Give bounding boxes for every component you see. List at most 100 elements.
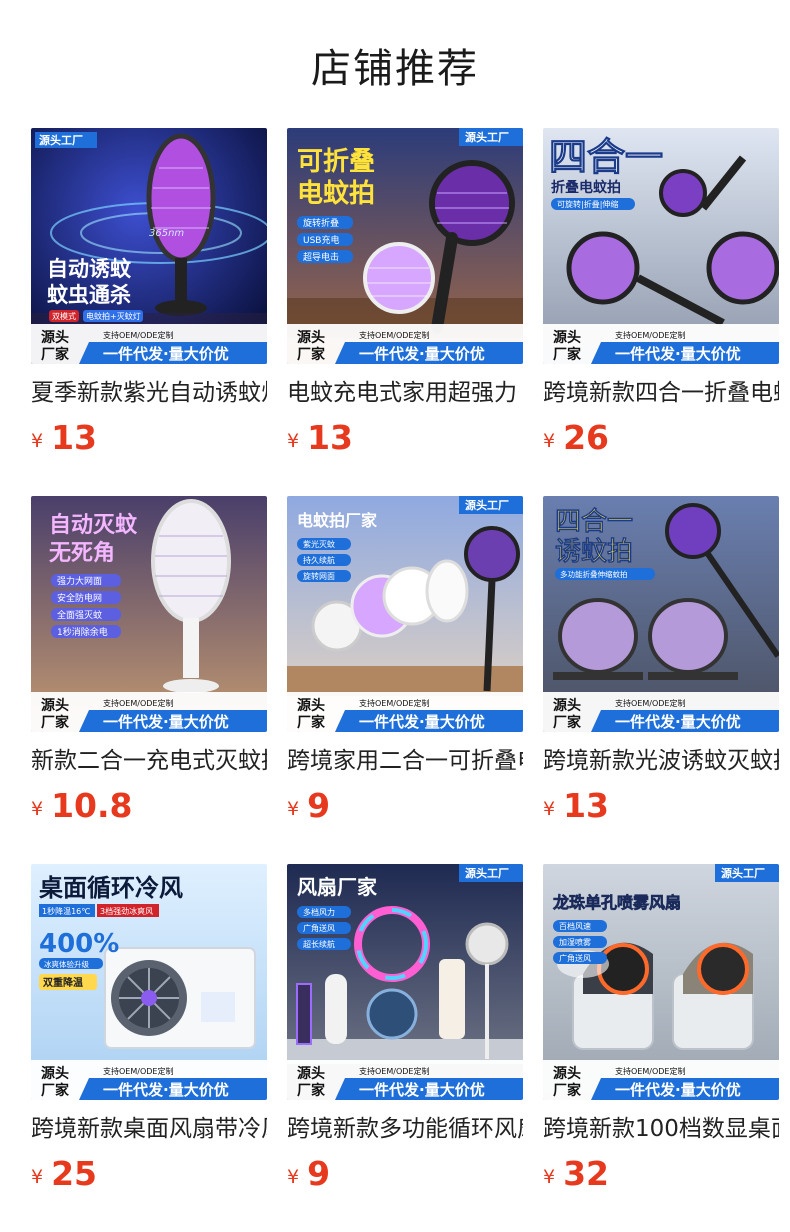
factory-label: 厂家 (553, 1082, 582, 1099)
price-value: 25 (51, 1154, 98, 1193)
image-tag: 双模式 (52, 311, 76, 321)
source-tag: 源头工厂 (721, 866, 765, 880)
source-tag: 源头工厂 (465, 130, 509, 144)
product-price: ¥26 (543, 418, 609, 458)
product-name[interactable]: 电蚊充电式家用超强力 (287, 376, 523, 410)
currency-symbol: ¥ (31, 1166, 44, 1188)
image-tag: 1秒降温16℃ (42, 906, 90, 916)
factory-label: 源头 (41, 1065, 69, 1082)
image-heading: 诱蚊拍 (555, 536, 633, 567)
product-price: ¥13 (543, 786, 609, 826)
oem-label: 支持OEM/ODE定制 (615, 1066, 685, 1076)
image-tag: 百档风速 (559, 921, 591, 931)
product-image[interactable]: 自动灭蚊 无死角 强力大网面 安全防电网 全面强灭蚊 1秒消除余电 源头 厂家 … (31, 496, 267, 732)
image-heading: 四合一 (555, 506, 633, 537)
factory-label: 厂家 (553, 714, 582, 731)
product-name[interactable]: 夏季新款紫光自动诱蚊灯 (31, 376, 267, 410)
product-price: ¥9 (287, 1154, 330, 1194)
product-image[interactable]: 龙珠单孔喷雾风扇 百档风速 加湿喷雾 广角送风 源头工厂 源头 厂家 支持OEM… (543, 864, 779, 1100)
product-card[interactable]: 龙珠单孔喷雾风扇 百档风速 加湿喷雾 广角送风 源头工厂 源头 厂家 支持OEM… (543, 864, 779, 1193)
currency-symbol: ¥ (31, 798, 44, 820)
price-value: 10.8 (51, 786, 133, 825)
image-tag: USB充电 (303, 234, 339, 246)
product-image[interactable]: 四合一 诱蚊拍 多功能折叠伸缩蚊拍 源头 厂家 支持OEM/ODE定制 一件代发… (543, 496, 779, 732)
image-badge: 400% (39, 929, 119, 959)
product-name[interactable]: 跨境新款多功能循环风扇 (287, 1112, 523, 1146)
product-name[interactable]: 新款二合一充电式灭蚊拍 (31, 744, 267, 778)
image-tag: 电蚊拍+灭蚊灯 (86, 311, 141, 321)
factory-label: 源头 (297, 1065, 325, 1082)
product-name[interactable]: 跨境家用二合一可折叠电蚊拍 (287, 744, 523, 778)
product-name[interactable]: 跨境新款光波诱蚊灭蚊拍 (543, 744, 779, 778)
price-value: 13 (307, 418, 354, 457)
image-heading: 电蚊拍 (297, 178, 375, 209)
image-heading: 蚊虫通杀 (47, 283, 131, 307)
product-name[interactable]: 跨境新款四合一折叠电蚊拍 (543, 376, 779, 410)
product-card[interactable]: 自动诱蚊 蚊虫通杀 365nm 双模式 电蚊拍+灭蚊灯 源头工厂 源头 厂家 支… (31, 128, 267, 457)
product-card[interactable]: 桌面循环冷风 1秒降温16℃ 3档强劲冰爽风 400% 冰爽体验升级 双重降温 … (31, 864, 267, 1193)
product-card[interactable]: 四合一 诱蚊拍 多功能折叠伸缩蚊拍 源头 厂家 支持OEM/ODE定制 一件代发… (543, 496, 779, 825)
product-image[interactable]: 电蚊拍厂家 紫光灭蚊 持久续航 旋转网面 源头工厂 源头 厂家 支持OEM/OD… (287, 496, 523, 732)
image-heading: 电蚊拍厂家 (297, 511, 378, 530)
image-heading: 自动诱蚊 (47, 257, 132, 281)
factory-label: 源头 (553, 329, 581, 346)
product-name[interactable]: 跨境新款100档数显桌面风扇 (543, 1112, 779, 1146)
factory-label: 源头 (297, 329, 325, 346)
factory-label: 源头 (553, 697, 581, 714)
slogan: 一件代发·量大价优 (615, 1081, 741, 1099)
factory-label: 厂家 (41, 714, 70, 731)
page-title: 店铺推荐 (311, 46, 479, 92)
image-tag: 超导电击 (303, 251, 339, 263)
source-tag: 源头工厂 (39, 133, 83, 147)
currency-symbol: ¥ (287, 798, 300, 820)
product-card[interactable]: 可折叠 电蚊拍 旋转折叠 USB充电 超导电击 源头工厂 源头 厂家 支持OEM… (287, 128, 523, 457)
currency-symbol: ¥ (287, 430, 300, 452)
image-heading: 龙珠单孔喷雾风扇 (552, 893, 681, 912)
product-image[interactable]: 风扇厂家 多档风力 广角送风 超长续航 源头工厂 源头 厂家 支持OEM/ODE… (287, 864, 523, 1100)
image-tag: 3档强劲冰爽风 (100, 906, 153, 916)
image-tag: 持久续航 (303, 555, 335, 565)
image-tag: 强力大网面 (57, 575, 102, 587)
image-tag: 广角送风 (559, 953, 591, 963)
slogan: 一件代发·量大价优 (615, 345, 741, 363)
image-tag: 加湿喷雾 (559, 937, 591, 947)
product-card[interactable]: 风扇厂家 多档风力 广角送风 超长续航 源头工厂 源头 厂家 支持OEM/ODE… (287, 864, 523, 1193)
image-heading: 风扇厂家 (297, 875, 378, 899)
image-heading: 折叠电蚊拍 (551, 179, 621, 196)
product-price: ¥10.8 (31, 786, 133, 826)
product-card[interactable]: 四合一 折叠电蚊拍 可旋转|折叠|伸缩 源头 厂家 支持OEM/ODE定制 一件… (543, 128, 779, 457)
product-price: ¥25 (31, 1154, 97, 1194)
factory-label: 厂家 (297, 1082, 326, 1099)
slogan: 一件代发·量大价优 (359, 1081, 485, 1099)
product-image[interactable]: 四合一 折叠电蚊拍 可旋转|折叠|伸缩 源头 厂家 支持OEM/ODE定制 一件… (543, 128, 779, 364)
product-price: ¥9 (287, 786, 330, 826)
image-heading: 四合一 (549, 135, 663, 179)
image-tag: 多功能折叠伸缩蚊拍 (560, 569, 628, 579)
slogan: 一件代发·量大价优 (359, 345, 485, 363)
product-price: ¥13 (31, 418, 97, 458)
oem-label: 支持OEM/ODE定制 (103, 330, 173, 340)
oem-label: 支持OEM/ODE定制 (615, 330, 685, 340)
product-card[interactable]: 电蚊拍厂家 紫光灭蚊 持久续航 旋转网面 源头工厂 源头 厂家 支持OEM/OD… (287, 496, 523, 825)
image-tag: 广角送风 (303, 923, 335, 933)
oem-label: 支持OEM/ODE定制 (359, 330, 429, 340)
image-heading: 自动灭蚊 (49, 512, 138, 538)
price-value: 32 (563, 1154, 610, 1193)
product-image[interactable]: 桌面循环冷风 1秒降温16℃ 3档强劲冰爽风 400% 冰爽体验升级 双重降温 … (31, 864, 267, 1100)
product-image[interactable]: 自动诱蚊 蚊虫通杀 365nm 双模式 电蚊拍+灭蚊灯 源头工厂 源头 厂家 支… (31, 128, 267, 364)
image-tag: 紫光灭蚊 (303, 539, 335, 549)
image-tag: 旋转折叠 (303, 217, 339, 229)
image-tag: 可旋转|折叠|伸缩 (557, 199, 618, 209)
factory-label: 厂家 (297, 714, 326, 731)
product-image[interactable]: 可折叠 电蚊拍 旋转折叠 USB充电 超导电击 源头工厂 源头 厂家 支持OEM… (287, 128, 523, 364)
product-name[interactable]: 跨境新款桌面风扇带冷风 (31, 1112, 267, 1146)
oem-label: 支持OEM/ODE定制 (615, 698, 685, 708)
price-value: 26 (563, 418, 610, 457)
image-tag: 旋转网面 (303, 571, 335, 581)
image-tag: 超长续航 (303, 939, 335, 949)
factory-label: 源头 (297, 697, 325, 714)
factory-label: 源头 (553, 1065, 581, 1082)
price-value: 9 (307, 1154, 331, 1193)
image-tag: 安全防电网 (57, 592, 102, 604)
product-card[interactable]: 自动灭蚊 无死角 强力大网面 安全防电网 全面强灭蚊 1秒消除余电 源头 厂家 … (31, 496, 267, 825)
